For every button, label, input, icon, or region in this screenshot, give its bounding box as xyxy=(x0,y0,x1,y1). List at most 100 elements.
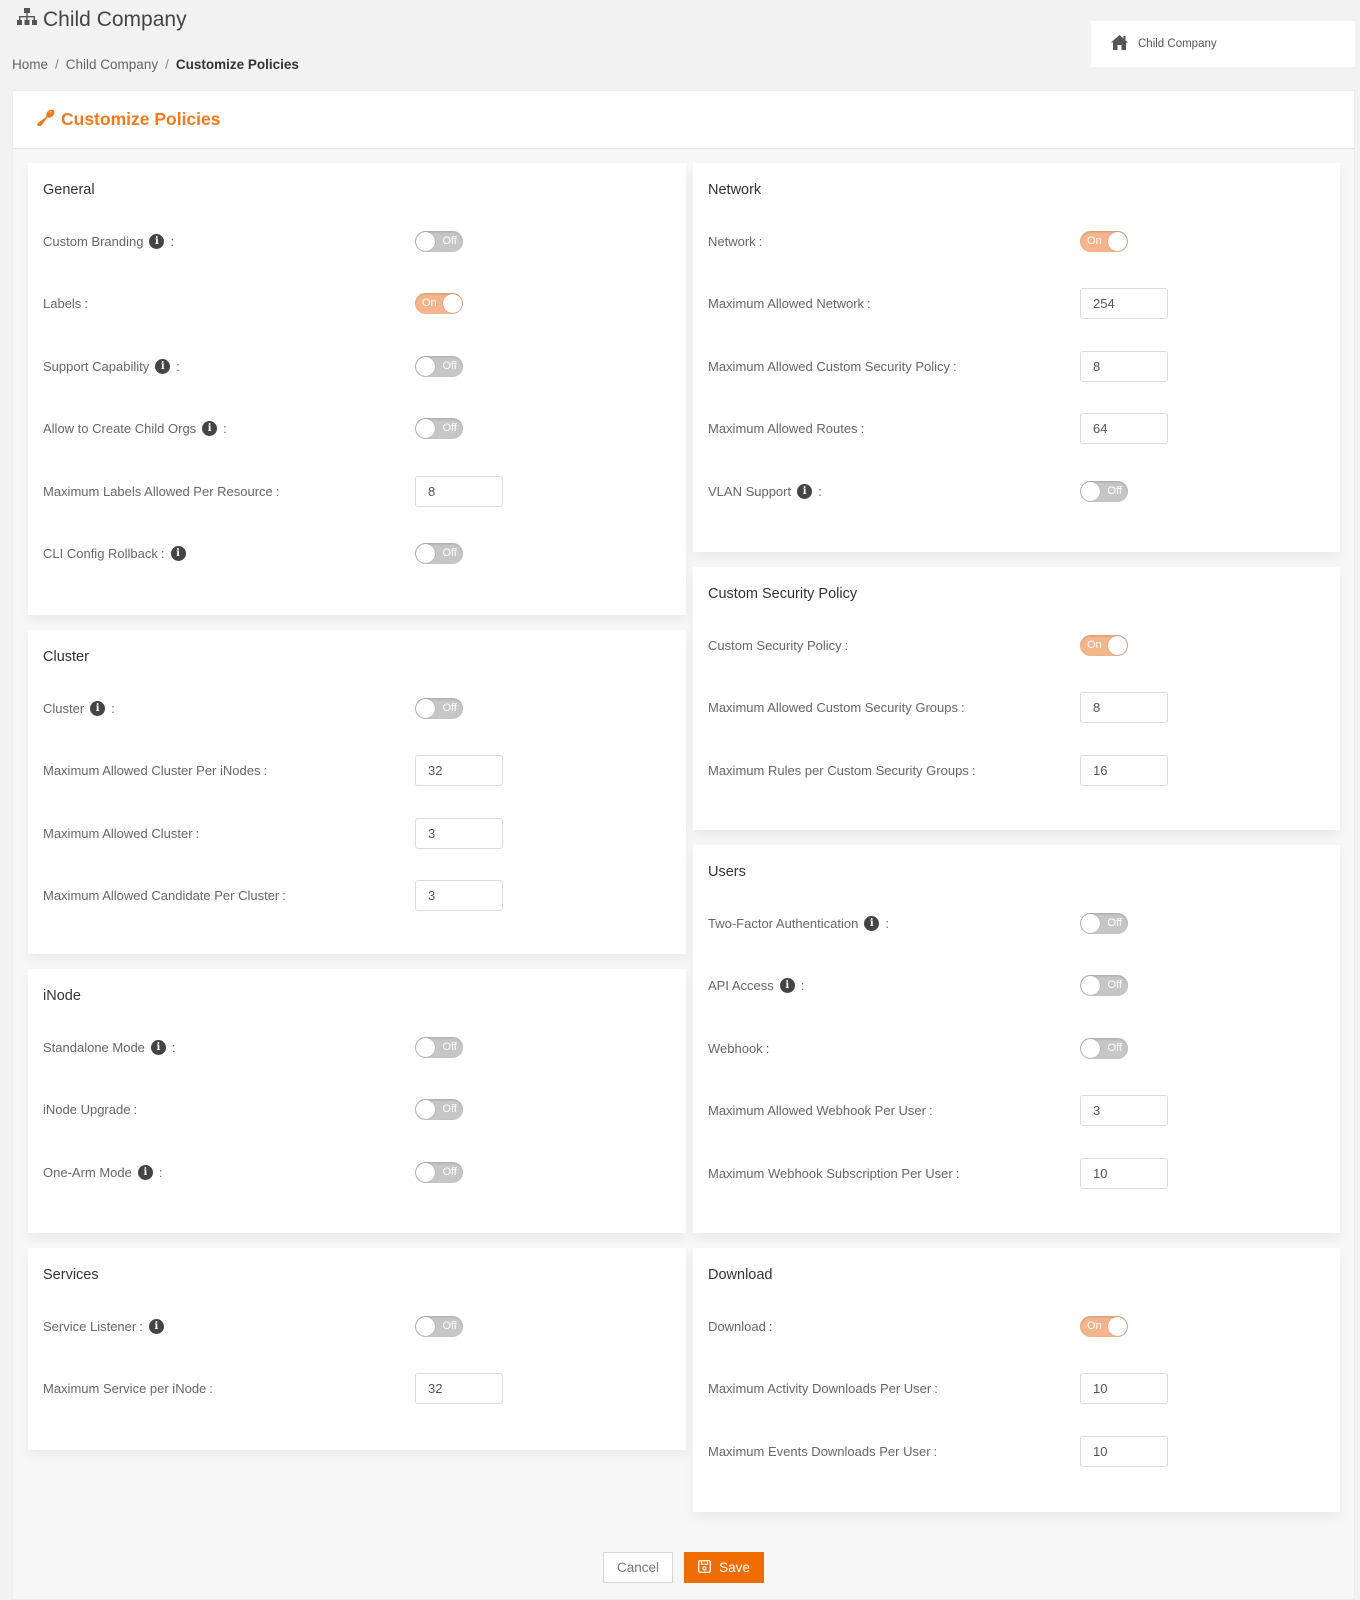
policy-label-text: VLAN Support xyxy=(708,483,792,499)
toggle-state-label: Off xyxy=(442,359,457,372)
toggle-switch[interactable]: Off xyxy=(415,355,463,377)
toggle-switch[interactable]: On xyxy=(1080,1315,1128,1337)
number-input[interactable] xyxy=(1080,288,1168,319)
policy-label: Maximum Activity Downloads Per User: xyxy=(708,1381,938,1396)
label-colon: : xyxy=(209,1381,213,1396)
cancel-button[interactable]: Cancel xyxy=(603,1552,673,1583)
policy-label: Custom Branding i: xyxy=(43,233,174,249)
info-icon[interactable]: i xyxy=(202,421,218,436)
policy-label-text: Maximum Labels Allowed Per Resource xyxy=(43,483,273,499)
toggle-state-label: Off xyxy=(442,1165,457,1178)
toggle-knob xyxy=(416,231,435,251)
number-input[interactable] xyxy=(1080,350,1168,382)
toggle-state-label: Off xyxy=(442,1319,457,1332)
section-title: Services xyxy=(43,1267,99,1283)
info-icon[interactable]: i xyxy=(149,233,165,249)
page-title: Child Company xyxy=(17,8,187,32)
toggle-switch[interactable]: Off xyxy=(1080,975,1128,996)
policy-label-text: Maximum Events Downloads Per User xyxy=(708,1443,931,1459)
policy-control xyxy=(415,475,503,507)
breadcrumb-child-company[interactable]: Child Company xyxy=(66,57,158,72)
toggle-knob xyxy=(416,419,435,438)
policy-label-text: Service Listener xyxy=(43,1318,137,1334)
policy-row: Two-Factor Authentication i: Off xyxy=(708,907,1340,939)
toggle-switch[interactable]: Off xyxy=(1080,480,1128,502)
info-icon[interactable]: i xyxy=(148,1318,164,1334)
info-icon[interactable]: i xyxy=(137,1164,153,1180)
info-icon[interactable]: i xyxy=(155,358,171,374)
card-download: Download Download: On Maximum Activity Down… xyxy=(693,1248,1340,1512)
number-input[interactable] xyxy=(1080,692,1168,723)
toggle-switch[interactable]: On xyxy=(415,293,463,314)
toggle-switch[interactable]: Off xyxy=(1080,912,1128,934)
policy-label-text: Maximum Allowed Cluster xyxy=(43,825,193,841)
policy-row: VLAN Support i: Off xyxy=(708,475,1340,507)
section-title: iNode xyxy=(43,988,81,1004)
number-input[interactable] xyxy=(1080,1157,1168,1189)
label-colon: : xyxy=(971,762,976,778)
policy-label-text: Labels xyxy=(43,296,82,311)
home-icon xyxy=(1111,35,1128,53)
toggle-knob xyxy=(416,1100,435,1119)
policy-control: Off xyxy=(415,1094,463,1126)
info-icon[interactable]: i xyxy=(170,546,186,561)
policy-label-text: iNode Upgrade xyxy=(43,1102,131,1117)
number-input[interactable] xyxy=(1080,413,1168,444)
policy-label-text: Maximum Webhook Subscription Per User xyxy=(708,1165,953,1181)
policy-label: Labels: xyxy=(43,296,88,311)
info-icon[interactable]: i xyxy=(150,1039,166,1055)
toggle-switch[interactable]: On xyxy=(1080,230,1128,252)
toggle-switch[interactable]: Off xyxy=(415,697,463,719)
breadcrumb: Home / Child Company / Customize Policie… xyxy=(12,57,299,72)
policy-label: Maximum Allowed Custom Security Policy: xyxy=(708,359,957,374)
policy-row: CLI Config Rollback: i Off xyxy=(43,538,686,570)
toggle-switch[interactable]: Off xyxy=(415,1099,463,1120)
policy-control: Off xyxy=(415,350,463,382)
card-network: Network Network: On Maximum Allowed Network… xyxy=(693,163,1340,552)
number-input[interactable] xyxy=(1080,1095,1168,1126)
toggle-switch[interactable]: Off xyxy=(415,1161,463,1183)
number-input[interactable] xyxy=(415,880,503,911)
save-button[interactable]: Save xyxy=(684,1552,764,1583)
toggle-switch[interactable]: Off xyxy=(415,1315,463,1337)
toggle-state-label: Off xyxy=(442,1040,457,1053)
info-icon[interactable]: i xyxy=(797,483,813,499)
number-input[interactable] xyxy=(415,475,503,507)
info-icon[interactable]: i xyxy=(90,700,106,716)
toggle-state-label: Off xyxy=(442,547,457,559)
number-input[interactable] xyxy=(1080,754,1168,786)
policy-label: Maximum Allowed Cluster: xyxy=(43,826,199,841)
toggle-state-label: On xyxy=(422,297,437,309)
breadcrumb-home[interactable]: Home xyxy=(12,57,48,72)
number-input[interactable] xyxy=(415,755,503,786)
toggle-switch[interactable]: Off xyxy=(415,1036,463,1058)
toggle-switch[interactable]: Off xyxy=(415,543,463,564)
toggle-switch[interactable]: Off xyxy=(1080,1037,1128,1059)
label-colon: : xyxy=(934,1381,938,1396)
info-icon[interactable]: i xyxy=(864,915,880,931)
save-button-label: Save xyxy=(719,1560,750,1575)
toggle-switch[interactable]: On xyxy=(1080,634,1128,656)
policy-label-text: CLI Config Rollback xyxy=(43,546,158,561)
org-selector[interactable]: Child Company xyxy=(1091,21,1355,67)
policy-control: Off xyxy=(415,225,463,257)
policy-row: Maximum Webhook Subscription Per User: xyxy=(708,1157,1340,1189)
policy-control: On xyxy=(1080,1310,1128,1342)
toggle-knob xyxy=(416,1316,435,1336)
number-input[interactable] xyxy=(1080,1373,1168,1404)
policy-label-text: Custom Branding xyxy=(43,233,144,249)
toggle-knob xyxy=(1108,1316,1127,1336)
number-input[interactable] xyxy=(415,1373,503,1404)
info-icon[interactable]: i xyxy=(779,978,795,993)
label-colon: : xyxy=(160,546,165,561)
policy-control: On xyxy=(1080,225,1128,257)
label-colon: : xyxy=(960,700,965,715)
policy-row: Maximum Allowed Network: xyxy=(708,288,1340,320)
number-input[interactable] xyxy=(1080,1435,1168,1467)
policy-row: Download: On xyxy=(708,1310,1340,1342)
toggle-knob xyxy=(1108,231,1127,251)
toggle-switch[interactable]: Off xyxy=(415,418,463,439)
number-input[interactable] xyxy=(415,817,503,849)
policy-label-text: Maximum Allowed Network xyxy=(708,296,865,311)
toggle-switch[interactable]: Off xyxy=(415,230,463,252)
